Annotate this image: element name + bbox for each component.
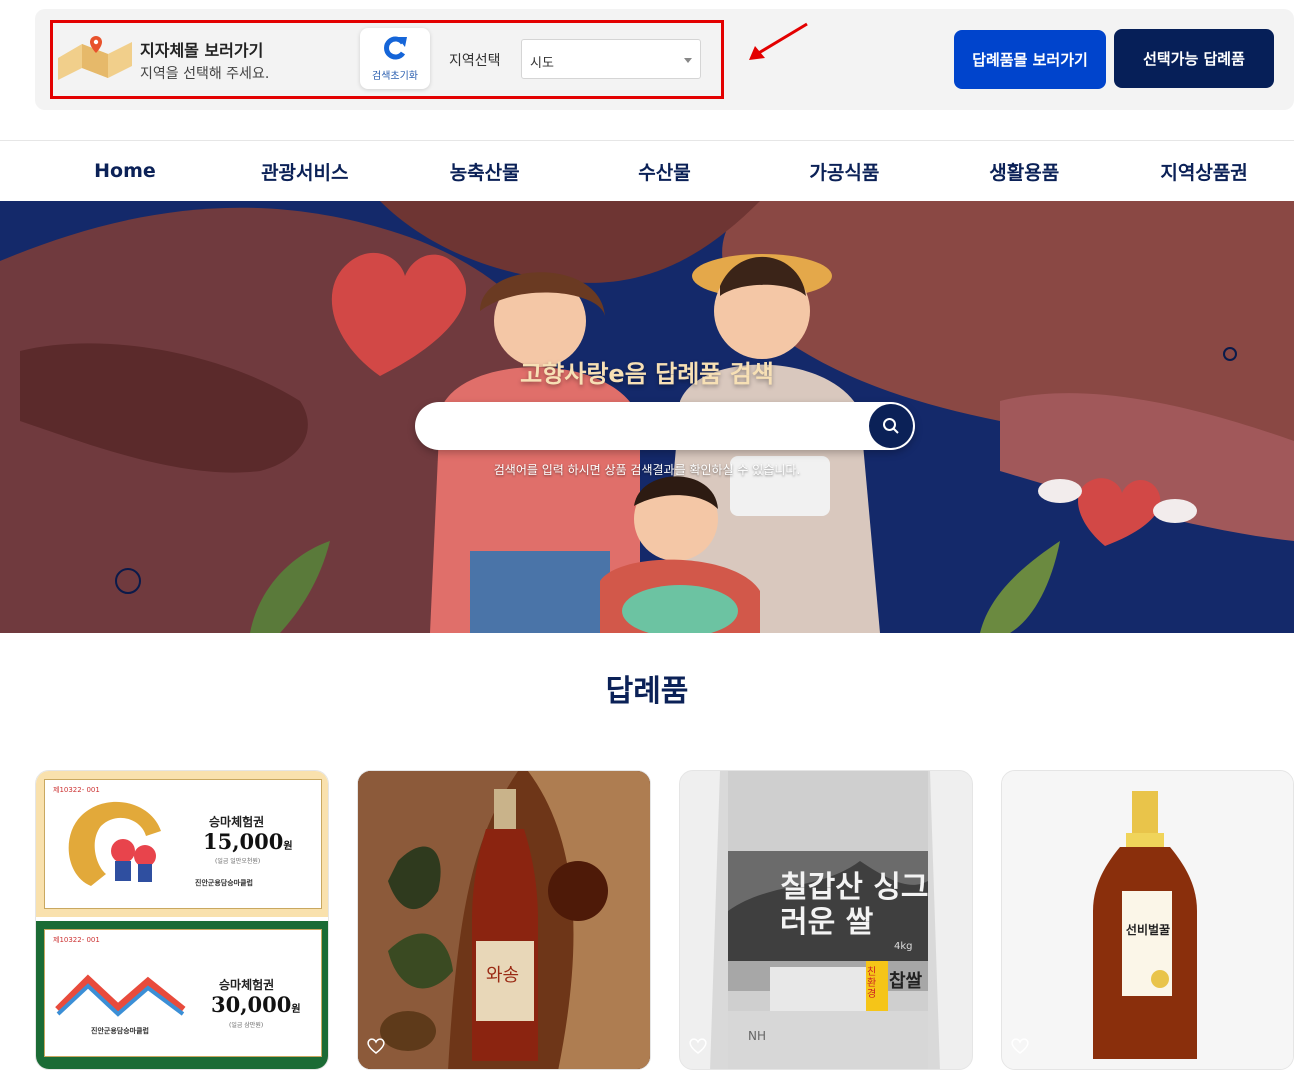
voucher-club: 진안군용담승마클럽 xyxy=(195,879,253,887)
voucher-number: 제10322- 001 xyxy=(53,786,100,794)
voucher-price-unit: 원 xyxy=(291,1004,301,1015)
heart-icon[interactable] xyxy=(366,1037,386,1055)
search-icon xyxy=(883,418,899,434)
voucher-frame: 제10322- 001 승마체험권 15,000원 (일금 일만오천원) 진안군… xyxy=(44,779,322,909)
nav-item-seafood[interactable]: 수산물 xyxy=(575,141,755,201)
voucher-number: 제10322- 001 xyxy=(53,936,100,944)
voucher-price-value: 15,000 xyxy=(203,829,284,854)
arrow-annotation-icon xyxy=(749,22,808,60)
hero-banner: 고향사랑e음 답례품 검색 검색어를 입력 하시면 상품 검색결과를 확인하실 … xyxy=(0,201,1294,633)
voucher-name: 승마체험권 xyxy=(209,815,265,829)
heart-icon[interactable] xyxy=(44,1037,64,1055)
nav-item-processed-food[interactable]: 가공식품 xyxy=(754,141,934,201)
voucher-price: 30,000원 xyxy=(211,992,301,1017)
search-hint: 검색어를 입력 하시면 상품 검색결과를 확인하실 수 있습니다. xyxy=(493,463,801,477)
product-label-bag: 찹쌀 xyxy=(889,971,923,992)
product-bottom-mark: NH xyxy=(748,1029,766,1043)
voucher-club: 진안군용담승마클럽 xyxy=(91,1027,149,1035)
voucher-price-unit: 원 xyxy=(283,841,293,852)
search-button[interactable] xyxy=(869,404,913,448)
voucher-frame: 제10322- 001 승마체험권 30,000원 (일금 삼만원) 진안군용담… xyxy=(44,929,322,1057)
voucher-30000: 제10322- 001 승마체험권 30,000원 (일금 삼만원) 진안군용담… xyxy=(36,921,328,1069)
nav-item-living-goods[interactable]: 생활용품 xyxy=(934,141,1114,201)
product-image-bottle xyxy=(358,771,650,1069)
nav-item-local-voucher[interactable]: 지역상품권 xyxy=(1114,141,1294,201)
voucher-price: 15,000원 xyxy=(203,829,293,854)
product-card-wasong[interactable]: 와송 xyxy=(357,770,651,1070)
highlight-box xyxy=(50,20,724,99)
product-card-rice[interactable]: 칠갑산 싱그러운 쌀 찹쌀 4kg 친환경 NH xyxy=(679,770,973,1070)
rainbow-logo-icon xyxy=(55,974,186,1017)
section-title: 답례품 xyxy=(605,674,689,709)
main-nav: Home 관광서비스 농축산물 수산물 가공식품 생활용품 지역상품권 xyxy=(35,141,1294,201)
voucher-15000: 제10322- 001 승마체험권 15,000원 (일금 일만오천원) 진안군… xyxy=(36,771,328,917)
selectable-gifts-button[interactable]: 선택가능 답례품 xyxy=(1114,29,1274,88)
product-tag: 친환경 xyxy=(867,967,877,1000)
nav-item-home[interactable]: Home xyxy=(35,141,215,201)
horseshoe-mascot-icon xyxy=(68,801,161,886)
voucher-amount-text: (일금 삼만원) xyxy=(229,1022,264,1029)
search-input[interactable] xyxy=(435,408,865,444)
voucher-name: 승마체험권 xyxy=(219,978,275,992)
heart-icon[interactable] xyxy=(688,1037,708,1055)
nav-item-agriculture[interactable]: 농축산물 xyxy=(395,141,575,201)
product-card-horse-riding[interactable]: 제10322- 001 승마체험권 15,000원 (일금 일만오천원) 진안군… xyxy=(35,770,329,1070)
hero-search-box xyxy=(415,402,915,450)
voucher-price-value: 30,000 xyxy=(211,992,292,1017)
product-label: 선비벌꿀 xyxy=(1125,923,1171,937)
product-card-honey[interactable]: 선비벌꿀 xyxy=(1001,770,1294,1070)
product-mall-button[interactable]: 답례품몰 보러가기 xyxy=(954,30,1106,89)
hero-title: 고향사랑e음 답례품 검색 xyxy=(520,360,774,388)
product-label: 와송 xyxy=(486,965,520,986)
nav-item-tourism[interactable]: 관광서비스 xyxy=(215,141,395,201)
product-weight: 4kg xyxy=(894,941,913,952)
voucher-amount-text: (일금 일만오천원) xyxy=(215,858,261,865)
heart-icon[interactable] xyxy=(1010,1037,1030,1055)
product-label-big: 칠갑산 싱그러운 쌀 xyxy=(780,870,929,940)
